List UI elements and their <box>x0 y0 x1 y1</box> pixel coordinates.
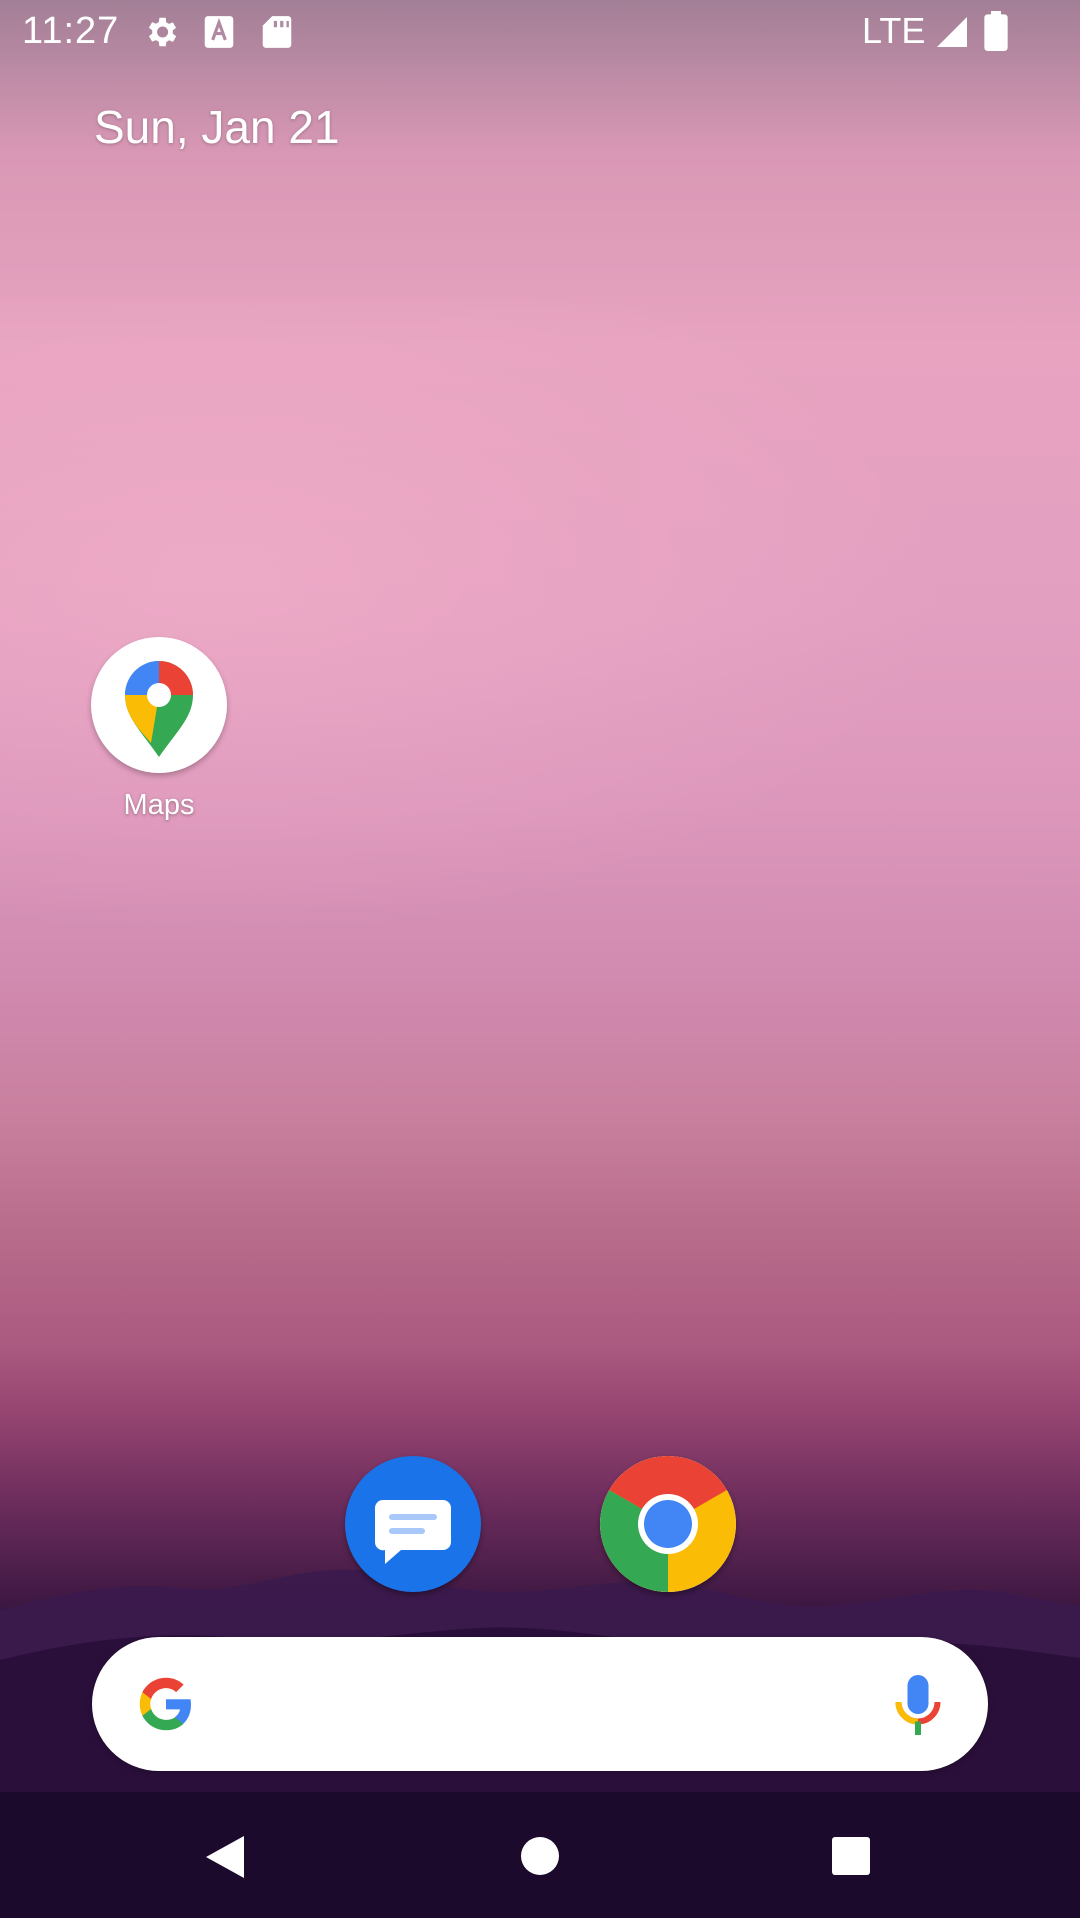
home-icon[interactable] <box>520 1836 560 1876</box>
text-a-icon <box>204 16 234 48</box>
battery-icon <box>984 11 1008 51</box>
status-time: 11:27 <box>22 10 120 52</box>
messages-icon[interactable] <box>345 1456 481 1592</box>
chrome-icon[interactable] <box>600 1456 736 1592</box>
maps-icon <box>91 637 227 773</box>
sd-card-icon <box>262 16 292 48</box>
back-icon[interactable] <box>204 1834 246 1880</box>
recents-icon[interactable] <box>831 1836 871 1876</box>
app-maps[interactable]: Maps <box>51 617 267 855</box>
network-type-label: LTE <box>862 10 926 51</box>
status-bar: 11:27 LTE <box>0 0 1080 62</box>
google-search-bar[interactable] <box>92 1637 988 1771</box>
signal-icon <box>937 17 967 47</box>
settings-icon <box>148 17 177 47</box>
navigation-bar <box>0 1792 1080 1918</box>
home-screen[interactable]: 11:27 LTE Sun, Jan 21 Maps <box>0 0 1080 1918</box>
app-label-maps: Maps <box>123 789 195 821</box>
google-g-icon[interactable] <box>136 1674 196 1734</box>
date-widget[interactable]: Sun, Jan 21 <box>94 100 340 154</box>
microphone-icon[interactable] <box>888 1669 948 1741</box>
